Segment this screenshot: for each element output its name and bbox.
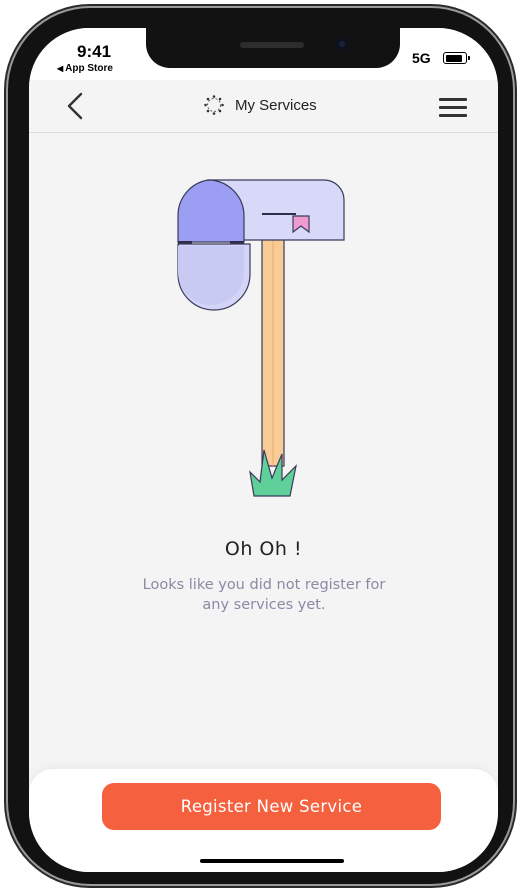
app-screen: 9:41 ◀ App Store 5G My Services Oh Oh ! … bbox=[29, 28, 498, 872]
bottom-action-bar: Register New Service bbox=[29, 769, 498, 872]
spinner-icon bbox=[204, 95, 224, 115]
empty-state-title: Oh Oh ! bbox=[224, 538, 303, 560]
speaker-grille bbox=[240, 42, 304, 48]
home-indicator bbox=[200, 859, 344, 863]
nav-bar: My Services bbox=[29, 80, 498, 133]
back-triangle-icon: ◀ bbox=[57, 64, 64, 73]
mailbox-illustration bbox=[177, 179, 345, 497]
nav-title-group: My Services bbox=[203, 94, 317, 116]
network-indicator: 5G bbox=[412, 50, 431, 66]
status-bar: 9:41 ◀ App Store 5G bbox=[29, 28, 498, 80]
status-time: 9:41 bbox=[77, 42, 112, 61]
device-mockup: 9:41 ◀ App Store 5G My Services Oh Oh ! … bbox=[0, 0, 521, 892]
empty-state-message-line1: Looks like you did not register for bbox=[142, 577, 386, 593]
back-app-label: App Store bbox=[65, 63, 113, 74]
front-camera bbox=[336, 38, 348, 50]
page-title: My Services bbox=[235, 96, 317, 114]
battery-icon bbox=[443, 52, 470, 64]
back-to-app-link[interactable]: ◀ App Store bbox=[57, 63, 113, 74]
empty-state-message: Looks like you did not register for any … bbox=[109, 575, 419, 615]
chevron-left-icon bbox=[67, 92, 83, 120]
register-new-service-button[interactable]: Register New Service bbox=[102, 783, 441, 830]
notch bbox=[146, 28, 400, 68]
empty-state-message-line2: any services yet. bbox=[202, 597, 326, 613]
back-button[interactable] bbox=[63, 90, 89, 122]
menu-button[interactable] bbox=[439, 96, 469, 118]
